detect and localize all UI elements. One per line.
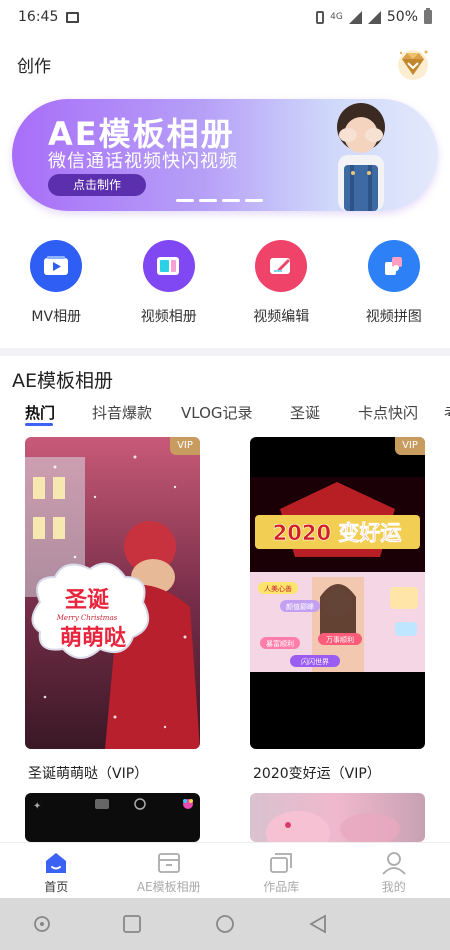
page-header: 创作 xyxy=(0,44,450,84)
template-box-icon xyxy=(157,853,180,873)
nav-label: 作品库 xyxy=(263,880,300,894)
vibrate-icon xyxy=(316,10,325,24)
status-right: 4G 50% xyxy=(316,8,432,25)
system-nav-bar xyxy=(0,898,450,950)
assistant-icon[interactable] xyxy=(34,916,50,932)
tab-beat[interactable]: 卡点快闪 xyxy=(358,402,418,423)
user-icon xyxy=(382,852,406,875)
quick-item-mv-album[interactable]: MV相册 xyxy=(0,240,113,335)
section-title: AE模板相册 xyxy=(12,370,114,392)
gallery-notification-icon xyxy=(66,11,80,23)
signal-icon xyxy=(348,10,362,24)
card-title: 2020变好运（VIP） xyxy=(253,766,381,782)
template-card-3[interactable]: ✦ xyxy=(25,793,200,842)
page-title: 创作 xyxy=(17,56,51,77)
quick-item-label: 视频编辑 xyxy=(253,309,310,325)
network-label: 4G xyxy=(330,12,343,22)
sticker-3: 万事顺利 xyxy=(326,635,354,644)
quick-menu: MV相册 视频相册 视频编辑 视频拼图 xyxy=(0,240,450,335)
lucky-2020-thumbnail: 2020 变好运 人美心善 颜值巅峰 万事顺利 暴富顺利 闪闪世界 xyxy=(250,437,425,749)
banner-pagination xyxy=(176,199,263,202)
vip-badge: VIP xyxy=(395,437,425,455)
category-tabs: 热门 抖音爆款 VLOG记录 圣诞 卡点快闪 考 xyxy=(0,402,450,432)
edit-pen-icon xyxy=(255,240,308,292)
photo-album-icon xyxy=(142,240,195,292)
back-icon[interactable] xyxy=(309,914,326,934)
template-card-2020[interactable]: 2020 变好运 人美心善 颜值巅峰 万事顺利 暴富顺利 闪闪世界 VIP xyxy=(250,437,425,749)
template-thumbnail-pink xyxy=(266,811,400,842)
signal-icon-2 xyxy=(367,10,381,24)
christmas-thumbnail: 圣诞 Merry Christmas 萌萌哒 xyxy=(25,437,200,749)
recent-apps-icon[interactable] xyxy=(123,915,141,933)
card-title: 圣诞萌萌哒（VIP） xyxy=(28,766,149,782)
home-button-icon[interactable] xyxy=(216,915,234,933)
svg-text:✦: ✦ xyxy=(33,801,41,812)
vip-badge: VIP xyxy=(170,437,200,455)
works-stack-icon xyxy=(270,853,293,873)
tab-douyin[interactable]: 抖音爆款 xyxy=(92,402,152,423)
overlay-text-2: 萌萌哒 xyxy=(60,625,126,651)
crown-diamond-icon[interactable] xyxy=(393,44,433,84)
template-card-4[interactable] xyxy=(250,793,425,842)
bottom-nav: 首页 AE模板相册 作品库 我的 xyxy=(0,842,450,898)
tab-more[interactable]: 考 xyxy=(444,402,450,423)
sticker-4: 暴富顺利 xyxy=(266,639,294,648)
nav-works[interactable]: 作品库 xyxy=(225,843,338,898)
active-tab-indicator xyxy=(25,423,53,426)
nav-mine[interactable]: 我的 xyxy=(338,843,450,898)
puzzle-icon xyxy=(367,240,420,292)
nav-label: 首页 xyxy=(44,880,69,894)
nav-templates[interactable]: AE模板相册 xyxy=(113,843,226,898)
status-bar: 16:45 4G 50% xyxy=(0,0,450,34)
nav-label: 我的 xyxy=(381,880,406,894)
template-card-christmas[interactable]: 圣诞 Merry Christmas 萌萌哒 VIP xyxy=(25,437,200,749)
status-time: 16:45 xyxy=(18,9,59,25)
overlay-text-1: 圣诞 xyxy=(65,588,110,613)
banner-dot[interactable] xyxy=(199,199,217,202)
quick-item-video-puzzle[interactable]: 视频拼图 xyxy=(338,240,450,335)
banner-girl-illustration xyxy=(337,103,385,211)
sticker-5: 闪闪世界 xyxy=(301,657,329,666)
banner-make-button[interactable]: 点击制作 xyxy=(48,174,146,196)
video-play-icon xyxy=(30,240,83,292)
nav-home[interactable]: 首页 xyxy=(0,843,113,898)
quick-item-label: 视频相册 xyxy=(140,309,197,325)
banner-dot[interactable] xyxy=(176,199,194,202)
battery-icon xyxy=(424,8,432,24)
overlay-title: 2020 变好运 xyxy=(273,521,402,545)
quick-item-video-edit[interactable]: 视频编辑 xyxy=(225,240,338,335)
tab-hot[interactable]: 热门 xyxy=(25,402,55,423)
battery-percent: 50% xyxy=(386,9,418,25)
template-thumbnail-dark: ✦ xyxy=(33,798,193,812)
overlay-small: Merry Christmas xyxy=(56,614,118,622)
banner-dot[interactable] xyxy=(245,199,263,202)
quick-item-label: MV相册 xyxy=(31,309,82,325)
banner-dot[interactable] xyxy=(222,199,240,202)
nav-label: AE模板相册 xyxy=(136,880,201,894)
tab-vlog[interactable]: VLOG记录 xyxy=(181,402,253,423)
section-divider xyxy=(0,348,450,356)
tab-christmas[interactable]: 圣诞 xyxy=(290,402,320,423)
promo-banner[interactable]: AE模板相册 微信通话视频快闪视频 点击制作 xyxy=(12,99,438,211)
sticker-2: 颜值巅峰 xyxy=(286,602,314,611)
sticker-1: 人美心善 xyxy=(264,584,292,593)
quick-item-label: 视频拼图 xyxy=(365,309,422,325)
home-icon xyxy=(46,853,67,873)
banner-subtitle: 微信通话视频快闪视频 xyxy=(48,151,238,172)
quick-item-video-album[interactable]: 视频相册 xyxy=(113,240,226,335)
